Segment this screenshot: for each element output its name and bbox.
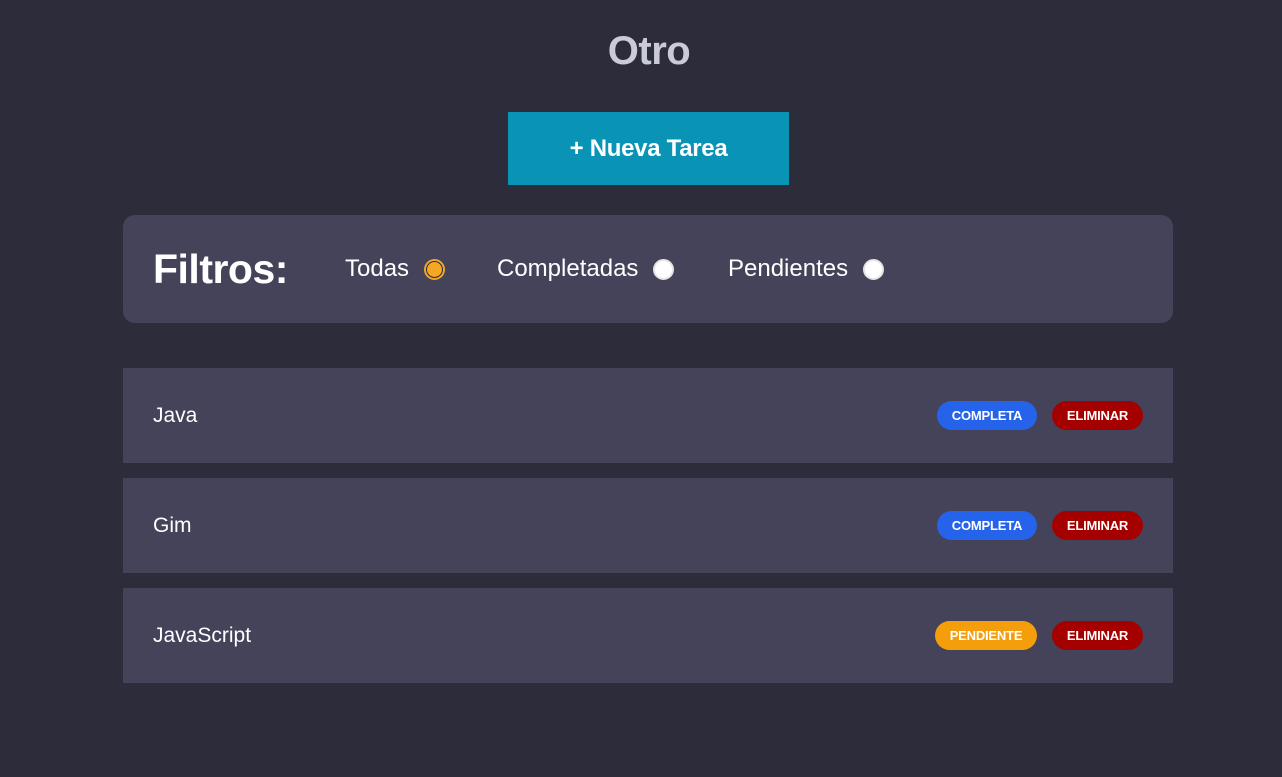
delete-button[interactable]: ELIMINAR	[1052, 401, 1143, 430]
radio-unchecked-icon[interactable]	[863, 258, 885, 280]
task-name: Gim	[153, 514, 192, 537]
delete-button[interactable]: ELIMINAR	[1052, 511, 1143, 540]
task-name: Java	[153, 404, 198, 427]
status-complete-button[interactable]: COMPLETA	[937, 401, 1037, 430]
filter-label: Completadas	[497, 255, 639, 282]
task-app: Otro + Nueva Tarea Filtros: Todas Comple…	[0, 0, 1282, 777]
filter-option-completadas[interactable]: Completadas	[497, 253, 675, 285]
new-task-button[interactable]: + Nueva Tarea	[508, 112, 789, 185]
radio-checked-icon[interactable]	[424, 258, 446, 280]
filter-label: Pendientes	[728, 255, 849, 282]
status-complete-button[interactable]: COMPLETA	[937, 511, 1037, 540]
filter-option-pendientes[interactable]: Pendientes	[728, 253, 885, 285]
filter-option-todas[interactable]: Todas	[345, 253, 446, 285]
filter-label: Todas	[345, 255, 410, 282]
radio-unchecked-icon[interactable]	[653, 258, 675, 280]
filters-heading: Filtros:	[153, 246, 288, 292]
task-row: Java COMPLETA ELIMINAR	[123, 368, 1173, 463]
task-row: Gim COMPLETA ELIMINAR	[123, 478, 1173, 573]
task-row: JavaScript PENDIENTE ELIMINAR	[123, 588, 1173, 683]
status-pending-button[interactable]: PENDIENTE	[935, 621, 1037, 650]
filters-panel: Filtros: Todas Completadas Pendientes	[123, 215, 1173, 323]
task-name: JavaScript	[153, 624, 252, 647]
page-title: Otro	[607, 29, 691, 73]
delete-button[interactable]: ELIMINAR	[1052, 621, 1143, 650]
